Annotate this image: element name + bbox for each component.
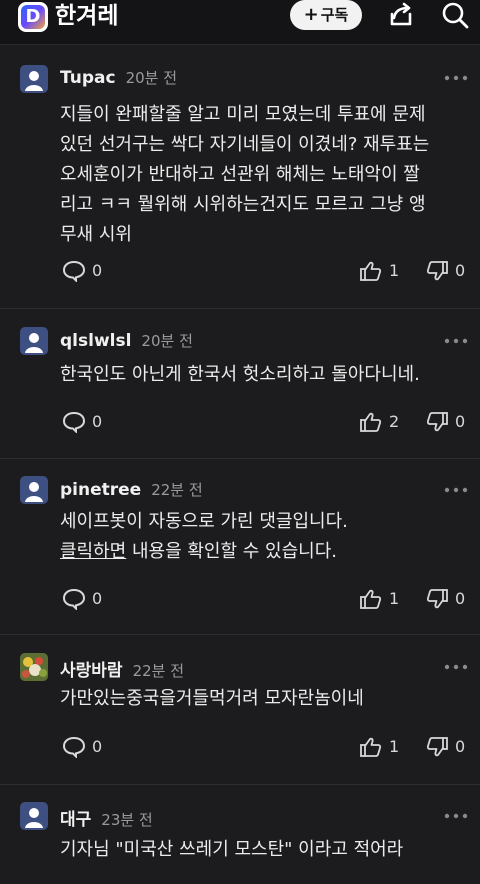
dislike-count: 0 bbox=[455, 589, 466, 608]
more-options-icon[interactable] bbox=[444, 338, 468, 344]
subscribe-label: 구독 bbox=[320, 6, 349, 24]
comment-username[interactable]: qlslwlsl 20분 전 bbox=[60, 330, 193, 351]
divider bbox=[0, 784, 480, 785]
comment-line: 지들이 완패할줄 알고 미리 모였는데 투표에 문제 bbox=[60, 104, 426, 125]
avatar[interactable] bbox=[20, 476, 48, 504]
comment-line: 클릭하면 내용을 확인할 수 있습니다. bbox=[60, 537, 470, 567]
reply-bubble-icon bbox=[62, 260, 86, 282]
divider bbox=[0, 458, 480, 459]
like-count: 1 bbox=[389, 737, 400, 756]
like-count: 1 bbox=[389, 261, 400, 280]
more-options-icon[interactable] bbox=[444, 487, 468, 493]
reply-count: 0 bbox=[92, 412, 103, 431]
comment-username[interactable]: 사랑바람 22분 전 bbox=[60, 656, 184, 681]
like-count: 2 bbox=[389, 412, 400, 431]
like-count: 1 bbox=[389, 589, 400, 608]
thumbs-down-icon bbox=[426, 737, 448, 757]
comment-time: 20분 전 bbox=[141, 332, 193, 350]
reply-count: 0 bbox=[92, 737, 103, 756]
comment-time: 22분 전 bbox=[151, 481, 203, 499]
thumbs-up-icon bbox=[360, 737, 382, 757]
avatar[interactable] bbox=[20, 802, 48, 830]
reveal-comment-link[interactable]: 클릭하면 bbox=[60, 541, 126, 562]
comment-body: 세이프봇이 자동으로 가린 댓글입니다. 클릭하면 내용을 확인할 수 있습니다… bbox=[60, 507, 470, 567]
username-text: qlslwlsl bbox=[60, 331, 132, 351]
username-text: 사랑바람 bbox=[60, 661, 123, 681]
thumbs-up-icon bbox=[360, 589, 382, 609]
comment-text: 내용을 확인할 수 있습니다. bbox=[126, 541, 338, 562]
comment-body: 기자님 "미국산 쓰레기 모스탄" 이라고 적어라 bbox=[60, 835, 470, 865]
comment-time: 23분 전 bbox=[101, 811, 153, 829]
comment-line: 세이프봇이 자동으로 가린 댓글입니다. bbox=[60, 511, 348, 532]
comment-line: 가만있는중국을거들먹거려 모자란놈이네 bbox=[60, 688, 364, 709]
comment-username[interactable]: 대구 23분 전 bbox=[60, 805, 153, 830]
username-text: Tupac bbox=[60, 68, 116, 88]
more-options-icon[interactable] bbox=[444, 75, 468, 81]
share-icon[interactable] bbox=[386, 0, 416, 30]
thumbs-down-icon bbox=[426, 261, 448, 281]
username-text: 대구 bbox=[60, 810, 92, 830]
avatar[interactable] bbox=[20, 327, 48, 355]
avatar[interactable] bbox=[20, 653, 48, 681]
thumbs-down-icon bbox=[426, 589, 448, 609]
comment-username[interactable]: pinetree 22분 전 bbox=[60, 479, 203, 500]
more-options-icon[interactable] bbox=[444, 664, 468, 670]
search-icon[interactable] bbox=[440, 0, 470, 30]
thumbs-up-icon bbox=[360, 261, 382, 281]
divider bbox=[0, 308, 480, 309]
dislike-count: 0 bbox=[455, 261, 466, 280]
comment-body: 가만있는중국을거들먹거려 모자란놈이네 bbox=[60, 684, 470, 714]
reply-bubble-icon bbox=[62, 588, 86, 610]
comment-time: 20분 전 bbox=[125, 69, 178, 87]
comment-line: 있던 선거구는 싹다 자기네들이 이겼네? 재투표는 bbox=[60, 134, 430, 155]
reply-bubble-icon bbox=[62, 411, 86, 433]
avatar[interactable] bbox=[20, 65, 48, 93]
reply-bubble-icon bbox=[62, 736, 86, 758]
comment-line: 오세훈이가 반대하고 선관위 해체는 노태악이 짤 bbox=[60, 164, 420, 185]
comment-line: 한국인도 아닌게 한국서 헛소리하고 돌아다니네. bbox=[60, 364, 420, 385]
comment-line: 리고 ㅋㅋ 뭘위해 시위하는건지도 모르고 그냥 앵 bbox=[60, 194, 426, 215]
username-text: pinetree bbox=[60, 480, 142, 500]
comment-line: 기자님 "미국산 쓰레기 모스탄" 이라고 적어라 bbox=[60, 839, 404, 860]
dislike-count: 0 bbox=[455, 412, 466, 431]
reply-count: 0 bbox=[92, 589, 103, 608]
comment-body: 지들이 완패할줄 알고 미리 모였는데 투표에 문제 있던 선거구는 싹다 자기… bbox=[60, 100, 470, 250]
top-bar: D 한겨레 + 구독 bbox=[0, 0, 480, 45]
subscribe-button[interactable]: + 구독 bbox=[290, 0, 362, 30]
brand-name[interactable]: 한겨레 bbox=[55, 0, 118, 32]
comment-time: 22분 전 bbox=[132, 662, 185, 680]
more-options-icon[interactable] bbox=[444, 813, 468, 819]
comment-line: 무새 시위 bbox=[60, 224, 132, 245]
divider bbox=[0, 634, 480, 635]
logo-letter: D bbox=[21, 5, 45, 29]
thumbs-up-icon bbox=[360, 412, 382, 432]
dislike-count: 0 bbox=[455, 737, 466, 756]
reply-count: 0 bbox=[92, 261, 103, 280]
comment-username[interactable]: Tupac 20분 전 bbox=[60, 67, 177, 88]
thumbs-down-icon bbox=[426, 412, 448, 432]
plus-icon: + bbox=[303, 4, 319, 25]
daum-logo[interactable]: D bbox=[18, 2, 48, 32]
comment-body: 한국인도 아닌게 한국서 헛소리하고 돌아다니네. bbox=[60, 360, 470, 390]
